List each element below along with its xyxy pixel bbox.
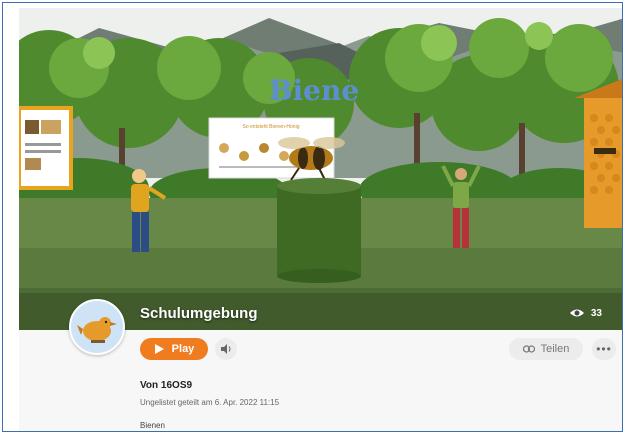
bird-icon xyxy=(77,317,117,343)
world-preview-scene[interactable]: Biene So entsteht Bienen-Honig xyxy=(19,8,622,330)
window-frame: Biene So entsteht Bienen-Honig Schulumge… xyxy=(2,2,623,432)
board-title: So entsteht Bienen-Honig xyxy=(243,124,300,130)
play-icon xyxy=(154,344,164,354)
author-label[interactable]: Von 16OS9 xyxy=(140,380,192,391)
view-count: 33 xyxy=(590,307,602,319)
sound-toggle-button[interactable] xyxy=(215,338,237,360)
world-tag[interactable]: Bienen xyxy=(140,421,165,430)
eye-icon xyxy=(569,309,584,317)
shared-info: Ungelistet geteilt am 6. Apr. 2022 11:15 xyxy=(140,398,280,407)
speaker-icon xyxy=(221,344,231,354)
more-options-button[interactable]: ••• xyxy=(592,338,616,360)
share-button[interactable]: Teilen xyxy=(509,338,583,360)
creator-avatar[interactable] xyxy=(69,299,125,355)
play-label: Play xyxy=(171,343,195,355)
more-icon: ••• xyxy=(596,342,612,356)
play-button[interactable]: Play xyxy=(140,338,208,360)
scene-heading: Biene xyxy=(269,74,359,107)
world-title: Schulumgebung xyxy=(140,305,258,322)
view-counter: 33 xyxy=(569,307,602,319)
share-label: Teilen xyxy=(540,343,570,355)
scene-illustration: Biene So entsteht Bienen-Honig xyxy=(19,8,622,330)
link-icon xyxy=(522,345,535,353)
